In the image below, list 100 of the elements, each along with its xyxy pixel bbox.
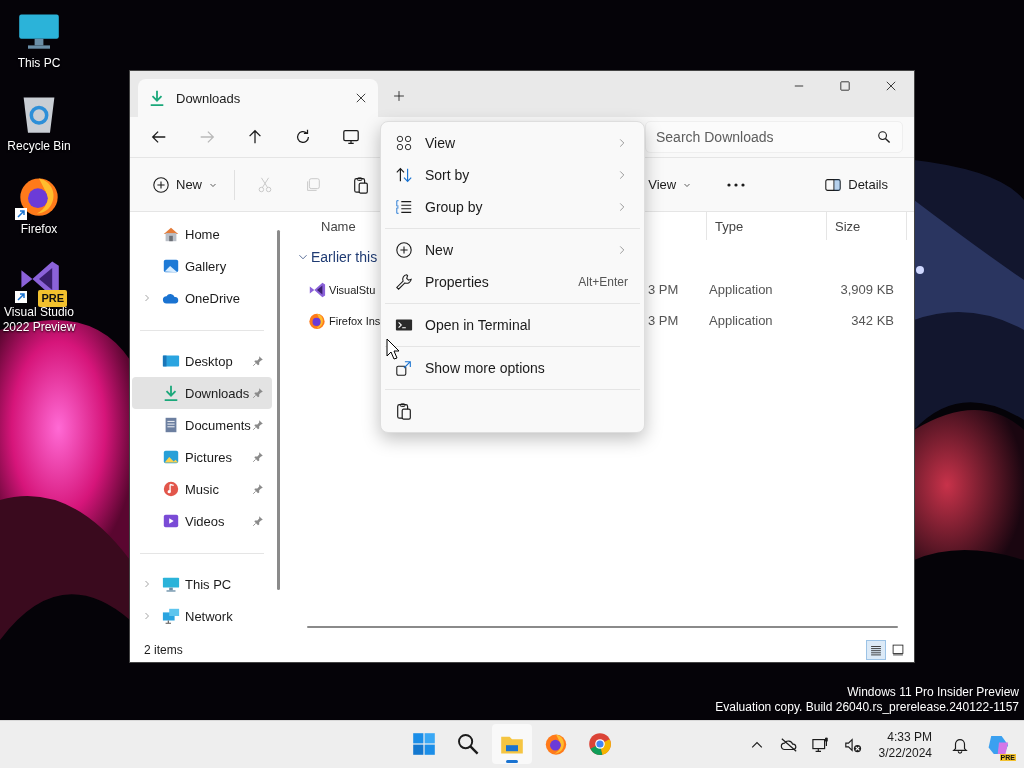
sidebar-item[interactable]: Pictures [132, 441, 272, 473]
view-mode-button[interactable] [866, 639, 886, 660]
desktop-icon-label[interactable]: Recycle Bin [7, 139, 71, 154]
date-cell-text: 3 PM [647, 313, 680, 328]
preview-badge: PRE [38, 290, 67, 307]
scrollbar-thumb[interactable] [277, 230, 280, 590]
pin-icon [252, 515, 264, 527]
evaluation-notice: Windows 11 Pro Insider Preview [847, 685, 1019, 700]
plus-circle-icon [395, 241, 413, 259]
copy-icon [304, 175, 322, 194]
network-monitor-icon [811, 735, 830, 754]
music-icon [162, 480, 180, 498]
pin-icon [252, 451, 264, 463]
window-tab[interactable]: Downloads [138, 79, 378, 117]
chevron-icon [142, 611, 152, 621]
evaluation-notice: Evaluation copy. Build 26040.rs_prerelease.240122-1157 [715, 700, 1019, 715]
clock-time[interactable]: 4:33 PM [887, 728, 932, 745]
sidebar-item[interactable]: Music [132, 473, 272, 505]
scrollbar-thumb[interactable] [307, 626, 898, 628]
house-icon [162, 225, 180, 243]
column-header[interactable]: Type [707, 212, 827, 240]
search-icon [456, 732, 480, 756]
clipboard-icon [352, 175, 370, 194]
monitor-icon [162, 575, 180, 593]
windows-logo-icon [412, 732, 436, 756]
video-icon [162, 512, 180, 530]
menu-item[interactable]: Sort by [385, 159, 640, 191]
desktop-icon-label[interactable]: Visual Studio 2022 Preview [0, 305, 78, 335]
desktop-icon-label[interactable]: Firefox [20, 222, 58, 237]
chevron-icon [142, 293, 152, 303]
cursor-icon [386, 338, 400, 360]
refresh-icon [294, 128, 312, 146]
date-cell-text: 3 PM [647, 282, 680, 297]
chevron-icon [142, 579, 152, 589]
sidebar-item[interactable]: Gallery [132, 250, 272, 282]
plus-circle-icon [152, 175, 170, 194]
sort-arrows-icon [395, 166, 413, 184]
monitor-icon [342, 128, 360, 146]
type-cell-text: Application [708, 313, 774, 328]
new-button[interactable]: New [148, 168, 222, 201]
cloud-off-icon [779, 735, 798, 754]
sidebar-item[interactable]: Home [132, 218, 272, 250]
speaker-muted-icon [843, 735, 862, 754]
type-cell-text: Application [708, 282, 774, 297]
sidebar-item[interactable]: Network [132, 600, 272, 632]
pin-icon [252, 419, 264, 431]
menu-item[interactable]: Open in Terminal [385, 309, 640, 341]
scissors-icon [256, 175, 274, 194]
more-dots-icon [727, 182, 746, 187]
grid-icon [395, 134, 413, 152]
menu-item[interactable]: New [385, 234, 640, 266]
maximize-icon [838, 79, 852, 93]
sidebar-item[interactable]: OneDrive [132, 282, 272, 314]
list-icon [395, 198, 413, 216]
wrench-icon [395, 273, 413, 291]
details-button[interactable]: Details [820, 168, 892, 201]
group-title: Earlier this [311, 249, 378, 265]
file-name[interactable]: Firefox Ins [329, 314, 381, 327]
clock-date[interactable]: 3/22/2024 [878, 744, 932, 761]
tab-title: Downloads [176, 90, 242, 106]
pictures-icon [162, 448, 180, 466]
file-name[interactable]: VisualStu [329, 283, 376, 296]
desktop-icon-label[interactable]: This PC [17, 56, 61, 71]
menu-item[interactable]: Show more options [385, 352, 640, 384]
menu-item[interactable]: Group by [385, 191, 640, 223]
item-count: 2 items [144, 642, 183, 657]
sidebar-item[interactable]: Documents [132, 409, 272, 441]
group-header[interactable]: Earlier this [297, 246, 378, 268]
sidebar-item[interactable]: Downloads [132, 377, 272, 409]
pin-icon [252, 355, 264, 367]
view-button[interactable]: View [644, 168, 697, 201]
search-icon [877, 130, 891, 144]
tab-close-button[interactable] [354, 91, 368, 105]
chrome-icon [588, 732, 612, 756]
loop-logo-icon [308, 280, 326, 299]
close-icon [354, 91, 368, 105]
plus-icon [392, 89, 406, 103]
shortcut-text: Alt+Enter [578, 275, 628, 289]
network-icon [162, 607, 180, 625]
menu-item[interactable]: View [385, 127, 640, 159]
menu-item[interactable]: Properties Alt+Enter [385, 266, 640, 298]
picture-icon [162, 257, 180, 275]
firefox-icon [544, 732, 568, 756]
search-field[interactable]: Search Downloads [645, 121, 903, 153]
download-icon [162, 384, 180, 402]
pin-icon [252, 387, 264, 399]
column-header[interactable]: Size [827, 212, 907, 240]
sidebar-item[interactable]: This PC [132, 568, 272, 600]
size-cell-text: 3,909 KB [839, 282, 895, 297]
firefox-icon [308, 311, 326, 330]
sidebar-item[interactable]: Desktop [132, 345, 272, 377]
size-cell-text: 342 KB [850, 313, 895, 328]
clipboard-icon [395, 402, 413, 420]
close-icon [884, 79, 898, 93]
download-icon [148, 89, 166, 107]
expand-window-icon [395, 359, 413, 377]
sidebar-item[interactable]: Videos [132, 505, 272, 537]
back-arrow-icon [150, 128, 168, 146]
tiles-view-icon [891, 642, 905, 657]
forward-arrow-icon [198, 128, 216, 146]
